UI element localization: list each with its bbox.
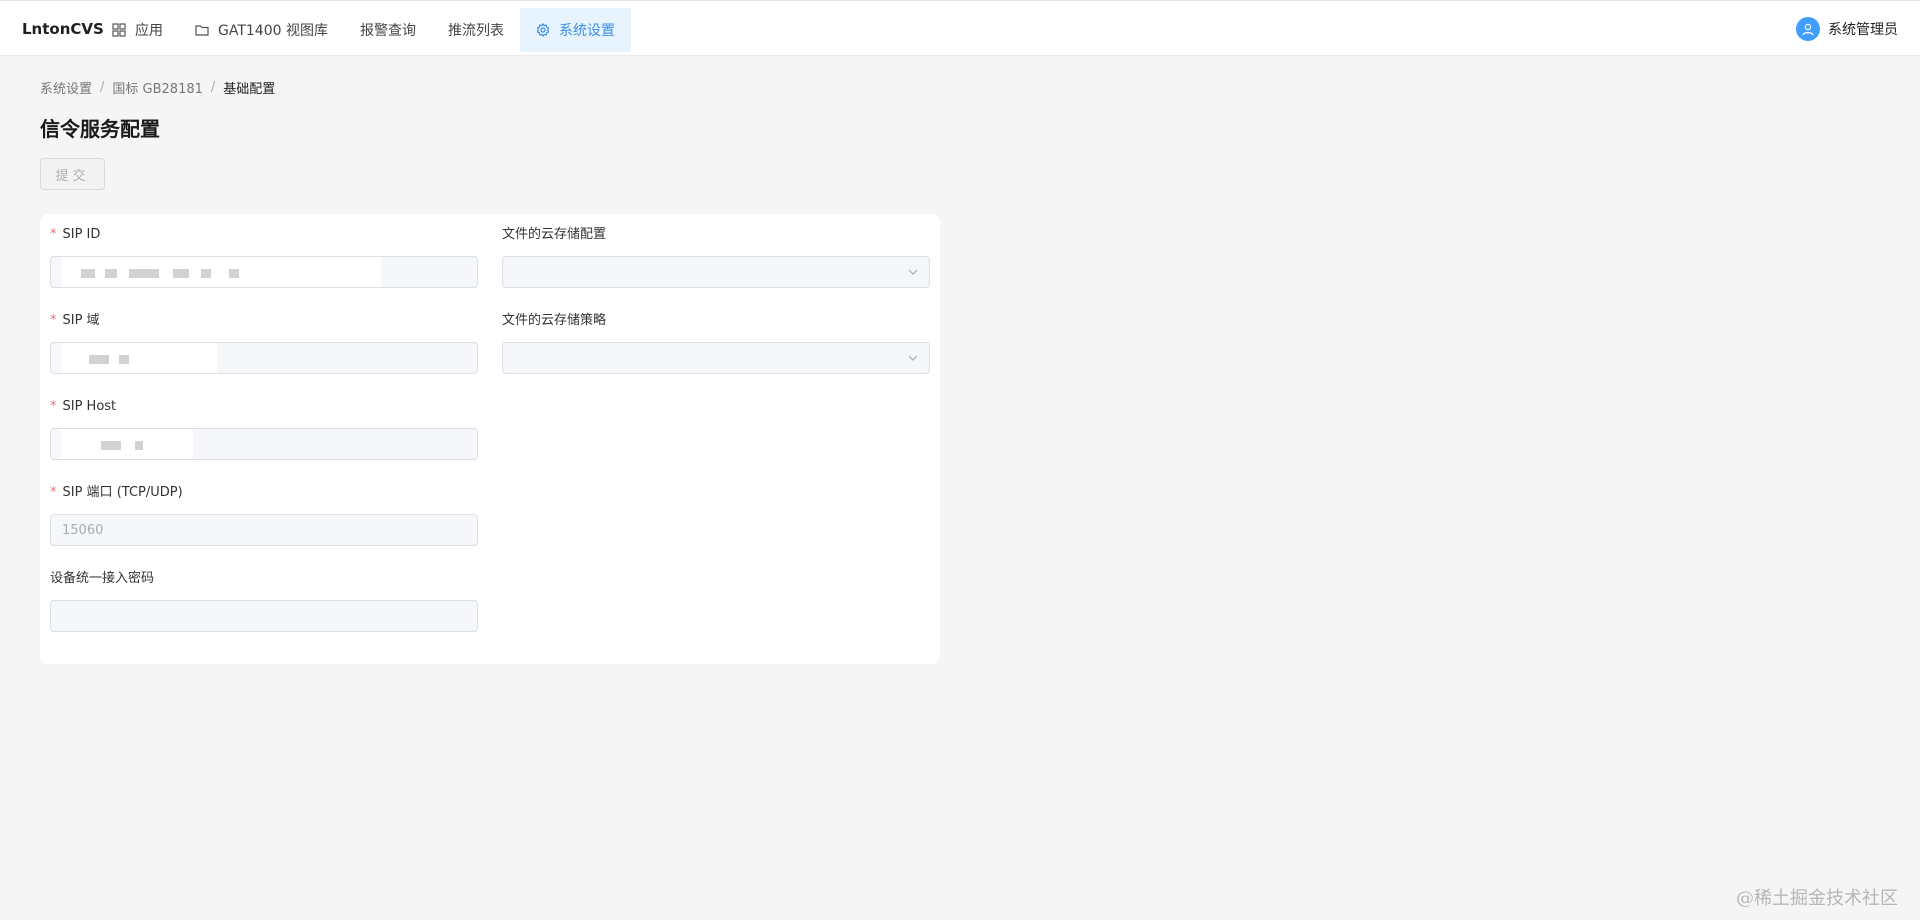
sip-port-label: * SIP 端口 (TCP/UDP) <box>50 485 183 500</box>
cloud-storage-policy-label: 文件的云存储策略 <box>502 313 607 328</box>
sip-domain-input[interactable] <box>50 342 478 374</box>
nav-item-apps[interactable]: 应用 <box>96 8 179 52</box>
sip-port-value: 15060 <box>62 522 104 538</box>
device-password-label: 设备统一接入密码 <box>50 571 155 586</box>
config-form-card: * SIP ID * SIP 域 * SIP Host * SIP 端口 (TC… <box>40 214 940 664</box>
nav-item-label: 报警查询 <box>359 23 416 39</box>
chevron-down-icon <box>907 352 919 364</box>
main-nav: 应用 GAT1400 视图库 报警查询 推流列表 系统设置 <box>96 8 631 52</box>
cloud-storage-config-select[interactable] <box>502 256 930 288</box>
watermark: @稀土掘金技术社区 <box>1736 888 1898 909</box>
cloud-storage-config-field: 文件的云存储配置 <box>502 226 930 288</box>
sip-port-input[interactable]: 15060 <box>50 514 478 546</box>
user-name: 系统管理员 <box>1828 22 1898 38</box>
brand-logo-text[interactable]: LntonCVS <box>22 20 104 38</box>
nav-item-label: 应用 <box>135 23 163 39</box>
required-mark: * <box>50 313 57 328</box>
sip-domain-label: * SIP 域 <box>50 313 100 328</box>
required-mark: * <box>50 227 57 242</box>
submit-button[interactable]: 提交 <box>40 158 105 190</box>
folder-icon <box>195 23 209 37</box>
sip-port-field: * SIP 端口 (TCP/UDP) 15060 <box>50 484 478 546</box>
nav-item-system-settings[interactable]: 系统设置 <box>519 8 631 52</box>
nav-item-gat1400[interactable]: GAT1400 视图库 <box>179 8 344 52</box>
breadcrumb-separator: / <box>210 80 216 95</box>
chevron-down-icon <box>907 266 919 278</box>
sip-host-label: * SIP Host <box>50 399 117 414</box>
cloud-storage-policy-field: 文件的云存储策略 <box>502 312 930 374</box>
redacted-overlay <box>61 257 381 287</box>
sip-domain-field: * SIP 域 <box>50 312 478 374</box>
sip-id-label: * SIP ID <box>50 227 101 242</box>
sip-host-field: * SIP Host <box>50 398 478 460</box>
breadcrumb-item-system-settings[interactable]: 系统设置 <box>40 78 92 97</box>
required-mark: * <box>50 485 57 500</box>
breadcrumb: 系统设置 / 国标 GB28181 / 基础配置 <box>40 78 275 97</box>
user-menu[interactable]: 系统管理员 <box>1796 17 1898 41</box>
cloud-storage-policy-select[interactable] <box>502 342 930 374</box>
device-password-input[interactable] <box>50 600 478 632</box>
breadcrumb-separator: / <box>100 80 105 95</box>
nav-item-label: GAT1400 视图库 <box>218 23 328 39</box>
grid-icon <box>112 23 126 37</box>
nav-item-alarm-query[interactable]: 报警查询 <box>344 8 432 52</box>
breadcrumb-item-gb28181[interactable]: 国标 GB28181 <box>112 78 202 97</box>
user-icon <box>1796 17 1820 41</box>
gear-icon <box>536 23 550 37</box>
sip-id-input[interactable] <box>50 256 478 288</box>
required-mark: * <box>50 399 57 414</box>
top-navigation-bar: LntonCVS 应用 GAT1400 视图库 报警查询 推流列表 系统设置 系… <box>0 0 1920 56</box>
nav-item-label: 系统设置 <box>558 23 615 39</box>
redacted-overlay <box>61 343 217 373</box>
redacted-overlay <box>61 429 193 459</box>
nav-item-label: 推流列表 <box>447 23 504 39</box>
device-password-field: 设备统一接入密码 <box>50 570 478 632</box>
sip-host-input[interactable] <box>50 428 478 460</box>
breadcrumb-current: 基础配置 <box>223 82 276 97</box>
cloud-storage-config-label: 文件的云存储配置 <box>502 227 607 242</box>
sip-id-field: * SIP ID <box>50 226 478 288</box>
page-title: 信令服务配置 <box>40 117 160 141</box>
nav-item-stream-list[interactable]: 推流列表 <box>432 8 520 52</box>
